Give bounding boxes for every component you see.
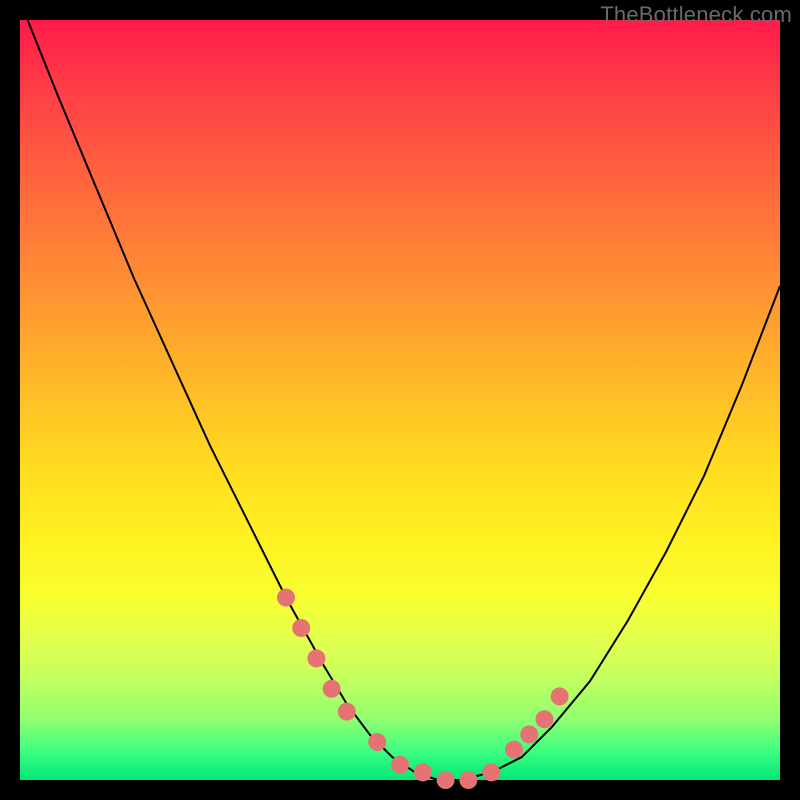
watermark-text: TheBottleneck.com (600, 2, 792, 28)
marker-dot (414, 763, 432, 781)
curve-layer (20, 20, 780, 780)
marker-dot (551, 687, 569, 705)
marker-dot (505, 741, 523, 759)
marker-dot (323, 680, 341, 698)
marker-dot (307, 649, 325, 667)
marker-dot (520, 725, 538, 743)
marker-dot (437, 771, 455, 789)
marker-dot (459, 771, 477, 789)
curve-path (28, 20, 780, 780)
marker-dot (368, 733, 386, 751)
marker-dot (292, 619, 310, 637)
marker-dot (482, 763, 500, 781)
marker-dots (277, 589, 569, 789)
marker-dot (338, 703, 356, 721)
marker-dot (277, 589, 295, 607)
marker-dot (535, 710, 553, 728)
bottleneck-curve (28, 20, 780, 780)
marker-dot (391, 756, 409, 774)
